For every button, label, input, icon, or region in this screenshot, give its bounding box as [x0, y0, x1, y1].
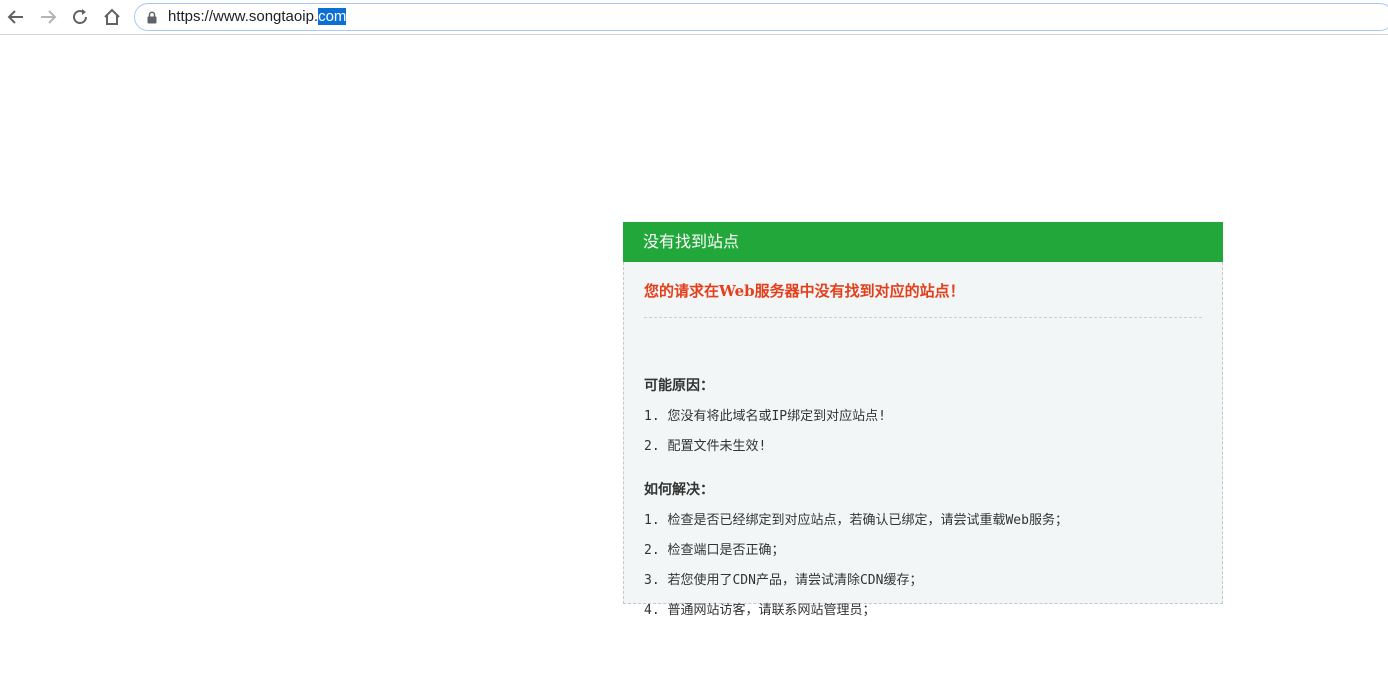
- lock-icon: [147, 11, 157, 24]
- home-button[interactable]: [100, 5, 124, 29]
- card-header: 没有找到站点: [623, 222, 1223, 262]
- forward-button[interactable]: [36, 5, 60, 29]
- url-main: https://www.songtaoip.: [168, 8, 319, 25]
- reload-button[interactable]: [68, 5, 92, 29]
- reasons-title: 可能原因：: [644, 378, 714, 394]
- browser-toolbar: https://www.songtaoip.com: [0, 0, 1388, 35]
- url-text[interactable]: https://www.songtaoip.com: [168, 8, 347, 26]
- solution-item: 4. 普通网站访客，请联系网站管理员；: [644, 603, 876, 618]
- solutions-title: 如何解决：: [644, 482, 714, 498]
- reason-item: 2. 配置文件未生效!: [644, 439, 767, 454]
- error-message: 您的请求在Web服务器中没有找到对应的站点！: [644, 282, 965, 300]
- address-bar[interactable]: https://www.songtaoip.com: [134, 3, 1388, 31]
- solution-item: 1. 检查是否已经绑定到对应站点，若确认已绑定，请尝试重载Web服务；: [644, 513, 1068, 528]
- back-button[interactable]: [4, 5, 28, 29]
- card-body: 您的请求在Web服务器中没有找到对应的站点！ 可能原因： 1. 您没有将此域名或…: [623, 262, 1223, 618]
- home-icon: [104, 8, 120, 25]
- divider: [644, 317, 1202, 318]
- error-card: 没有找到站点 您的请求在Web服务器中没有找到对应的站点！ 可能原因： 1. 您…: [623, 222, 1223, 618]
- solution-item: 2. 检查端口是否正确；: [644, 543, 785, 558]
- arrow-left-icon: [7, 10, 23, 24]
- url-selected-text: com: [318, 8, 347, 25]
- reload-icon: [73, 9, 87, 24]
- solution-item: 3. 若您使用了CDN产品，请尝试清除CDN缓存；: [644, 573, 923, 588]
- arrow-right-icon: [41, 10, 57, 24]
- reason-item: 1. 您没有将此域名或IP绑定到对应站点!: [644, 409, 886, 424]
